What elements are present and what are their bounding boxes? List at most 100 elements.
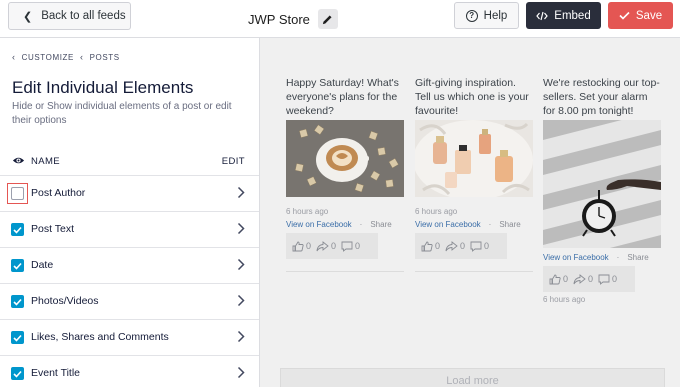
feed-post: Gift-giving inspiration. Tell us which o… — [415, 76, 533, 272]
check-icon — [13, 370, 22, 378]
likes-value: 0 — [435, 241, 441, 251]
thumbs-up-icon — [549, 274, 561, 284]
element-label: Photos/Videos — [31, 295, 99, 307]
chevron-right-icon[interactable] — [237, 222, 245, 235]
post-links: View on Facebook · Share — [286, 220, 404, 229]
share-arrow-icon — [573, 273, 586, 284]
share-arrow-icon — [316, 240, 329, 251]
post-stats: 0 0 0 — [286, 233, 378, 259]
comments-value: 0 — [484, 241, 490, 251]
checkbox-post-author[interactable] — [11, 187, 24, 200]
feed-post: Happy Saturday! What's everyone's plans … — [286, 76, 404, 272]
post-photo-coffee[interactable] — [286, 120, 404, 197]
post-stats: 0 0 0 — [415, 233, 507, 259]
chevron-right-icon[interactable] — [237, 186, 245, 199]
breadcrumb-customize[interactable]: CUSTOMIZE — [22, 53, 74, 62]
element-row-post-text[interactable]: Post Text — [0, 212, 259, 248]
save-button[interactable]: Save — [608, 2, 673, 29]
chevron-right-icon[interactable] — [237, 294, 245, 307]
comment-bubble-icon — [341, 241, 353, 252]
checkbox-event-title[interactable] — [11, 367, 24, 380]
link-separator: · — [488, 220, 492, 229]
comments-count: 0 — [598, 274, 617, 285]
post-text: Gift-giving inspiration. Tell us which o… — [415, 77, 529, 117]
embed-button[interactable]: Embed — [526, 2, 601, 29]
back-label: Back to all feeds — [41, 10, 126, 22]
post-photo-alarm-clock[interactable] — [543, 120, 661, 248]
post-date: 6 hours ago — [543, 295, 586, 304]
likes-count: 0 — [292, 241, 311, 252]
check-icon — [13, 262, 22, 270]
post-photo-perfumes[interactable] — [415, 120, 533, 197]
link-separator: · — [616, 253, 620, 262]
post-date: 6 hours ago — [415, 207, 458, 216]
comments-value: 0 — [355, 241, 361, 251]
likes-count: 0 — [421, 241, 440, 252]
share-link[interactable]: Share — [370, 220, 391, 229]
element-row-likes-shares-comments[interactable]: Likes, Shares and Comments — [0, 320, 259, 356]
comment-bubble-icon — [470, 241, 482, 252]
question-circle-icon: ? — [465, 9, 478, 22]
breadcrumb-posts[interactable]: POSTS — [90, 53, 120, 62]
post-links: View on Facebook · Share — [543, 253, 661, 262]
element-label: Date — [31, 259, 54, 271]
element-label: Post Text — [31, 223, 74, 235]
element-row-post-author[interactable]: Post Author — [0, 176, 259, 212]
page-title: Edit Individual Elements — [12, 78, 194, 97]
load-more-button[interactable]: Load more — [280, 368, 665, 387]
view-on-facebook-link[interactable]: View on Facebook — [415, 220, 481, 229]
link-separator: · — [359, 220, 363, 229]
shares-count: 0 — [445, 240, 465, 252]
post-divider — [415, 271, 533, 272]
checkbox-post-text[interactable] — [11, 223, 24, 236]
checkmark-icon — [619, 11, 630, 20]
save-label: Save — [635, 9, 663, 22]
post-text: Happy Saturday! What's everyone's plans … — [286, 77, 399, 117]
element-label: Event Title — [31, 367, 81, 379]
likes-count: 0 — [549, 274, 568, 285]
check-icon — [13, 298, 22, 306]
feed-post: We're restocking our top-sellers. Set yo… — [543, 76, 661, 304]
comments-count: 0 — [341, 241, 360, 252]
elements-header-row: NAME EDIT — [0, 150, 259, 176]
thumbs-up-icon — [421, 241, 433, 251]
store-name-label: JWP Store — [248, 11, 310, 27]
element-row-date[interactable]: Date — [0, 248, 259, 284]
checkbox-photos-videos[interactable] — [11, 295, 24, 308]
top-bar: ❮ Back to all feeds JWP Store ? Help Emb… — [0, 0, 680, 38]
share-link[interactable]: Share — [499, 220, 520, 229]
code-icon — [536, 11, 549, 20]
view-on-facebook-link[interactable]: View on Facebook — [543, 253, 609, 262]
chevron-left-icon: ‹ — [79, 52, 84, 62]
chevron-right-icon[interactable] — [237, 366, 245, 379]
shares-count: 0 — [316, 240, 336, 252]
comment-bubble-icon — [598, 274, 610, 285]
checkbox-likes-shares-comments[interactable] — [11, 331, 24, 344]
page-description: Hide or Show individual elements of a po… — [12, 101, 232, 126]
back-to-feeds-button[interactable]: ❮ Back to all feeds — [8, 2, 131, 30]
post-text: We're restocking our top-sellers. Set yo… — [543, 77, 660, 117]
element-row-photos-videos[interactable]: Photos/Videos — [0, 284, 259, 320]
likes-value: 0 — [563, 274, 569, 284]
share-arrow-icon — [445, 240, 458, 251]
edit-column-header: EDIT — [221, 156, 245, 167]
thumbs-up-icon — [292, 241, 304, 251]
share-link[interactable]: Share — [627, 253, 648, 262]
comments-count: 0 — [470, 241, 489, 252]
element-label: Likes, Shares and Comments — [31, 331, 169, 343]
chevron-right-icon[interactable] — [237, 330, 245, 343]
check-icon — [13, 226, 22, 234]
post-stats: 0 0 0 — [543, 266, 635, 292]
post-date: 6 hours ago — [286, 207, 329, 216]
likes-value: 0 — [306, 241, 312, 251]
pencil-icon[interactable] — [317, 9, 338, 29]
post-divider — [286, 271, 404, 272]
checkbox-date[interactable] — [11, 259, 24, 272]
element-row-event-title[interactable]: Event Title — [0, 356, 259, 387]
chevron-left-icon: ‹ — [12, 52, 16, 62]
feed-name: JWP Store — [248, 9, 338, 29]
view-on-facebook-link[interactable]: View on Facebook — [286, 220, 352, 229]
chevron-right-icon[interactable] — [237, 258, 245, 271]
shares-count: 0 — [573, 273, 593, 285]
help-button[interactable]: ? Help — [454, 2, 519, 29]
